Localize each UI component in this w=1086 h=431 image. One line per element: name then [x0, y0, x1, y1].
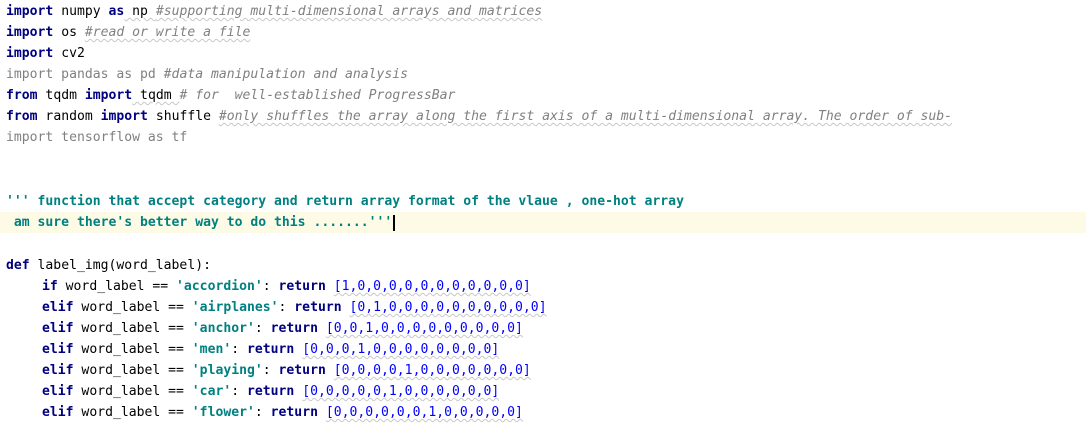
- code-text: word_label ==: [73, 363, 192, 378]
- code-text: :: [278, 300, 295, 315]
- keyword: elif: [42, 321, 74, 336]
- keyword: import: [6, 25, 54, 40]
- code-text: label_img(word_label):: [29, 258, 211, 273]
- keyword: from: [6, 109, 38, 124]
- branch-line[interactable]: elif word_label == 'flower': return [0,0…: [0, 402, 1086, 423]
- list-literal: [0,0,1,0,0,0,0,0,0,0,0,0]: [325, 321, 523, 336]
- keyword: def: [6, 258, 30, 273]
- code-text: :: [254, 405, 271, 420]
- code-text: :: [262, 279, 279, 294]
- branch-line[interactable]: if word_label == 'accordion': return [1,…: [0, 276, 1086, 297]
- string-literal: 'accordion': [176, 279, 263, 294]
- code-editor[interactable]: import numpy as np #supporting multi-dim…: [0, 0, 1086, 431]
- code-text: word_label ==: [73, 342, 192, 357]
- code-text: random: [37, 109, 101, 124]
- docstring: ''' function that accept category and re…: [6, 194, 684, 209]
- code-line-5[interactable]: from tqdm import tqdm # for well-establi…: [0, 85, 1086, 106]
- code-text: :: [231, 342, 247, 357]
- list-literal: [0,1,0,0,0,0,0,0,0,0,0,0]: [349, 300, 547, 315]
- keyword: return: [278, 279, 326, 294]
- branch-line[interactable]: elif word_label == 'car': return [0,0,0,…: [0, 381, 1086, 402]
- keyword: return: [270, 405, 318, 420]
- code-line-3[interactable]: import cv2: [0, 43, 1086, 64]
- keyword: import: [6, 46, 54, 61]
- keyword: return: [270, 321, 318, 336]
- keyword: return: [294, 300, 342, 315]
- code-text: cv2: [53, 46, 85, 61]
- list-literal: [0,0,0,0,1,0,0,0,0,0,0,0]: [333, 363, 531, 378]
- string-literal: 'men': [191, 342, 232, 357]
- list-literal: [1,0,0,0,0,0,0,0,0,0,0,0]: [333, 279, 531, 294]
- branch-line[interactable]: elif word_label == 'airplanes': return […: [0, 297, 1086, 318]
- branch-line[interactable]: elif word_label == 'playing': return [0,…: [0, 360, 1086, 381]
- comment: # for well-established ProgressBar: [179, 88, 456, 103]
- keyword: elif: [42, 384, 74, 399]
- comment: #data manipulation and analysis: [163, 67, 409, 82]
- docstring-line-1[interactable]: ''' function that accept category and re…: [0, 191, 1086, 212]
- keyword: import: [6, 4, 54, 19]
- code-text: np: [124, 4, 156, 19]
- keyword: elif: [42, 342, 74, 357]
- string-literal: 'playing': [191, 363, 263, 378]
- keyword: return: [247, 384, 295, 399]
- docstring: am sure there's better way to do this ..…: [6, 215, 393, 230]
- code-text: os: [53, 25, 85, 40]
- code-line-7[interactable]: import tensorflow as tf: [0, 127, 1086, 148]
- code-line-6[interactable]: from random import shuffle #only shuffle…: [0, 106, 1086, 127]
- keyword: return: [278, 363, 326, 378]
- code-line-4[interactable]: import pandas as pd #data manipulation a…: [0, 64, 1086, 85]
- keyword: elif: [42, 300, 74, 315]
- code-text: word_label ==: [73, 300, 192, 315]
- code-text: word_label ==: [73, 321, 192, 336]
- keyword: import: [84, 88, 133, 103]
- keyword: if: [42, 279, 58, 294]
- code-text: :: [231, 384, 247, 399]
- keyword: from: [6, 88, 38, 103]
- code-text: import tensorflow as tf: [6, 130, 188, 145]
- code-text: word_label ==: [57, 279, 177, 294]
- code-text: :: [254, 321, 271, 336]
- code-text: word_label ==: [73, 405, 192, 420]
- def-line[interactable]: def label_img(word_label):: [0, 255, 1086, 276]
- string-literal: 'anchor': [191, 321, 255, 336]
- keyword: elif: [42, 363, 74, 378]
- keyword: elif: [42, 405, 74, 420]
- branch-line[interactable]: elif word_label == 'anchor': return [0,0…: [0, 318, 1086, 339]
- list-literal: [0,0,0,0,0,0,1,0,0,0,0,0]: [325, 405, 523, 420]
- code-text: shuffle: [147, 109, 219, 124]
- keyword: import: [100, 109, 148, 124]
- code-text: :: [262, 363, 279, 378]
- string-literal: 'car': [191, 384, 232, 399]
- keyword: as: [108, 4, 125, 19]
- keyword: return: [247, 342, 295, 357]
- code-line-1[interactable]: import numpy as np #supporting multi-dim…: [0, 1, 1086, 22]
- code-line-2[interactable]: import os #read or write a file: [0, 22, 1086, 43]
- code-text: import pandas as pd: [6, 67, 164, 82]
- string-literal: 'flower': [191, 405, 255, 420]
- comment: #supporting multi-dimensional arrays and…: [155, 4, 543, 19]
- code-text: word_label ==: [73, 384, 192, 399]
- list-literal: [0,0,0,1,0,0,0,0,0,0,0,0]: [302, 342, 500, 357]
- branch-line[interactable]: elif word_label == 'men': return [0,0,0,…: [0, 339, 1086, 360]
- list-literal: [0,0,0,0,0,1,0,0,0,0,0,0]: [302, 384, 500, 399]
- text-caret: [393, 214, 396, 231]
- code-text: numpy: [53, 4, 109, 19]
- code-text: tqdm: [37, 88, 85, 103]
- comment: #read or write a file: [84, 25, 251, 40]
- string-literal: 'airplanes': [191, 300, 279, 315]
- code-text: tqdm: [132, 88, 180, 103]
- docstring-line-2-current[interactable]: am sure there's better way to do this ..…: [0, 212, 1086, 233]
- comment: #only shuffles the array along the first…: [218, 109, 953, 124]
